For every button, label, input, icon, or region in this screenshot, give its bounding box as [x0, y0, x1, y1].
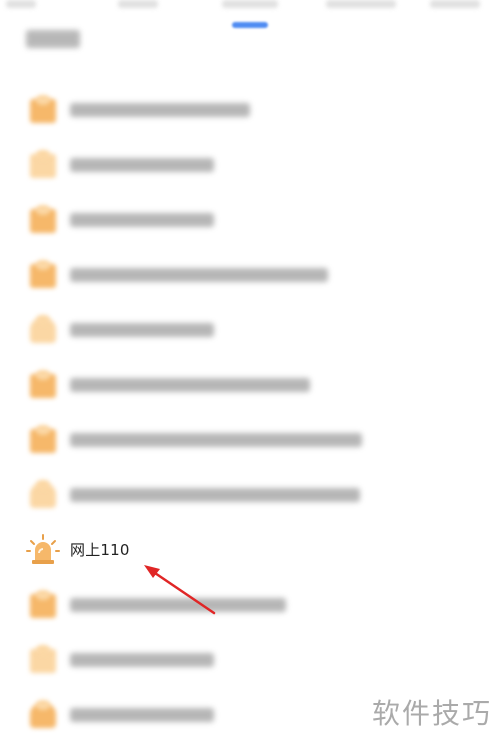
service-label	[70, 433, 362, 447]
service-item[interactable]	[0, 467, 500, 522]
service-label	[70, 268, 328, 282]
folder-icon	[26, 643, 60, 677]
folder-icon	[26, 148, 60, 182]
person-icon	[26, 478, 60, 512]
service-item[interactable]	[0, 137, 500, 192]
service-label	[70, 708, 214, 722]
service-label	[70, 158, 214, 172]
police-alarm-icon	[26, 533, 60, 567]
service-list: 网上110	[0, 82, 500, 742]
service-item[interactable]	[0, 192, 500, 247]
document-icon	[26, 203, 60, 237]
person-folder-icon	[26, 93, 60, 127]
service-label	[70, 488, 360, 502]
tab-item[interactable]	[118, 0, 158, 8]
service-label	[70, 323, 214, 337]
service-label	[70, 213, 214, 227]
tab-item[interactable]	[222, 0, 278, 8]
service-item-online-110[interactable]: 网上110	[0, 522, 500, 577]
active-tab-indicator	[232, 22, 268, 28]
service-item[interactable]	[0, 412, 500, 467]
service-label	[70, 103, 250, 117]
service-label	[70, 653, 214, 667]
service-label-online-110: 网上110	[70, 541, 130, 559]
service-item[interactable]	[0, 247, 500, 302]
folder-icon	[26, 258, 60, 292]
tab-item[interactable]	[326, 0, 396, 8]
tab-item[interactable]	[430, 0, 480, 8]
document-icon	[26, 423, 60, 457]
app-screen: 网上110 软件技巧	[0, 0, 500, 742]
folder-icon	[26, 368, 60, 402]
badge-icon	[26, 313, 60, 347]
tab-item[interactable]	[6, 0, 36, 8]
section-title	[26, 30, 80, 48]
service-item[interactable]	[0, 302, 500, 357]
service-item[interactable]	[0, 577, 500, 632]
service-item[interactable]	[0, 632, 500, 687]
person-icon	[26, 698, 60, 732]
service-label	[70, 598, 286, 612]
service-item[interactable]	[0, 357, 500, 412]
watermark: 软件技巧	[371, 697, 492, 730]
service-label	[70, 378, 310, 392]
folder-icon	[26, 588, 60, 622]
service-item[interactable]	[0, 82, 500, 137]
